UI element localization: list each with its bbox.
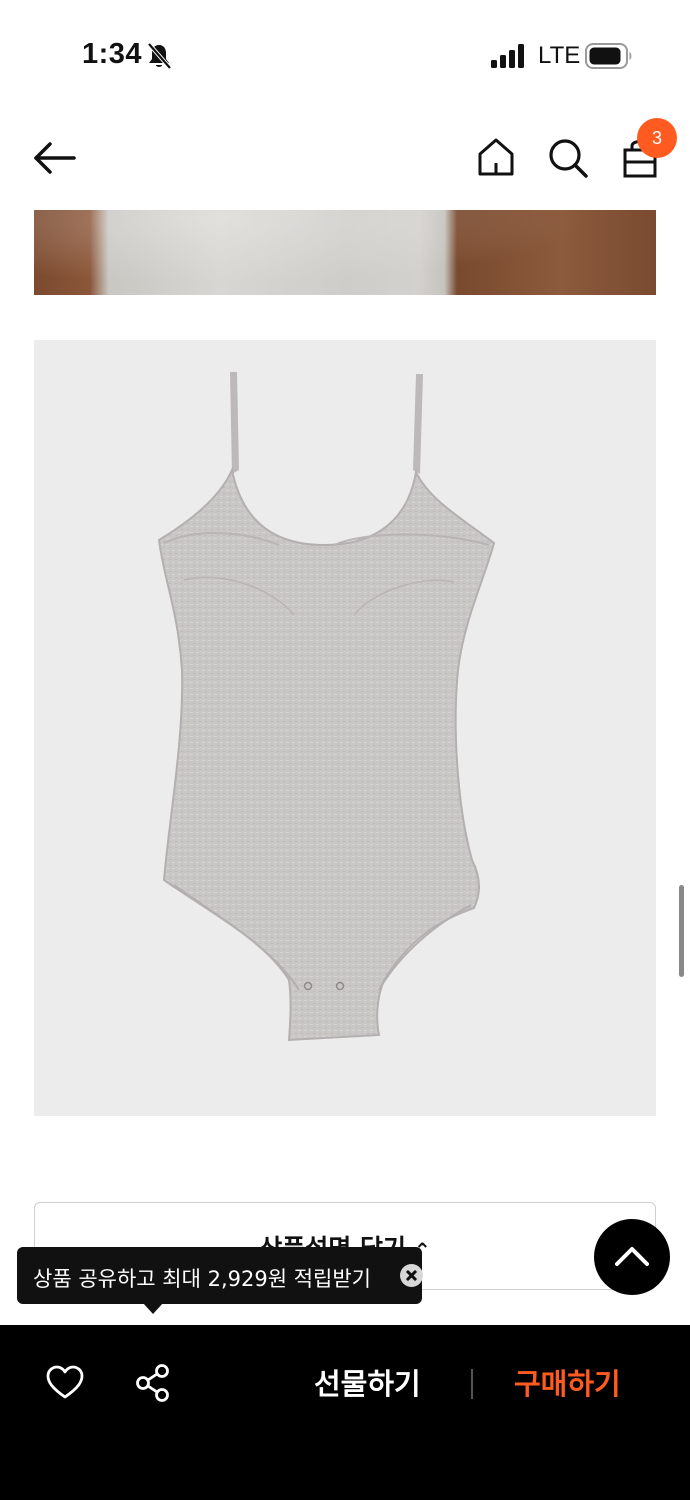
bodysuit-illustration [157, 372, 496, 1042]
cart-count-badge: 3 [637, 118, 677, 158]
model-photo [34, 210, 656, 295]
app-header [0, 110, 690, 210]
status-time: 1:34 [82, 38, 143, 70]
product-image [34, 340, 656, 1116]
share-icon[interactable] [135, 1364, 171, 1402]
chevron-up-icon [615, 1247, 649, 1266]
status-bar: 1:34 LTE [0, 0, 690, 100]
tooltip-text: 상품 공유하고 최대 2,929원 적립받기 [33, 1267, 371, 1291]
buy-button[interactable]: 구매하기 [514, 1361, 621, 1403]
bar-divider [471, 1369, 473, 1399]
tooltip-arrow [143, 1303, 163, 1314]
battery-icon [585, 43, 632, 69]
gift-button[interactable]: 선물하기 [314, 1361, 421, 1403]
network-label: LTE [538, 42, 581, 69]
signal-icon [491, 44, 524, 68]
search-icon[interactable] [546, 136, 590, 180]
bottom-action-bar: 선물하기 구매하기 [0, 1325, 690, 1500]
product-detail-page: 1:34 LTE 3 ⌃ 상품 공유하고 최대 2,929원 적립받기 선물하기… [0, 0, 690, 1500]
bell-slash-icon [147, 42, 172, 70]
arrow-left-icon[interactable] [32, 138, 78, 178]
scroll-indicator [679, 885, 684, 977]
heart-icon[interactable] [46, 1365, 84, 1401]
share-reward-tooltip: 상품 공유하고 최대 2,929원 적립받기 [17, 1247, 423, 1304]
scroll-to-top-button[interactable] [594, 1219, 670, 1295]
close-icon[interactable] [400, 1264, 423, 1287]
home-icon[interactable] [476, 136, 516, 180]
